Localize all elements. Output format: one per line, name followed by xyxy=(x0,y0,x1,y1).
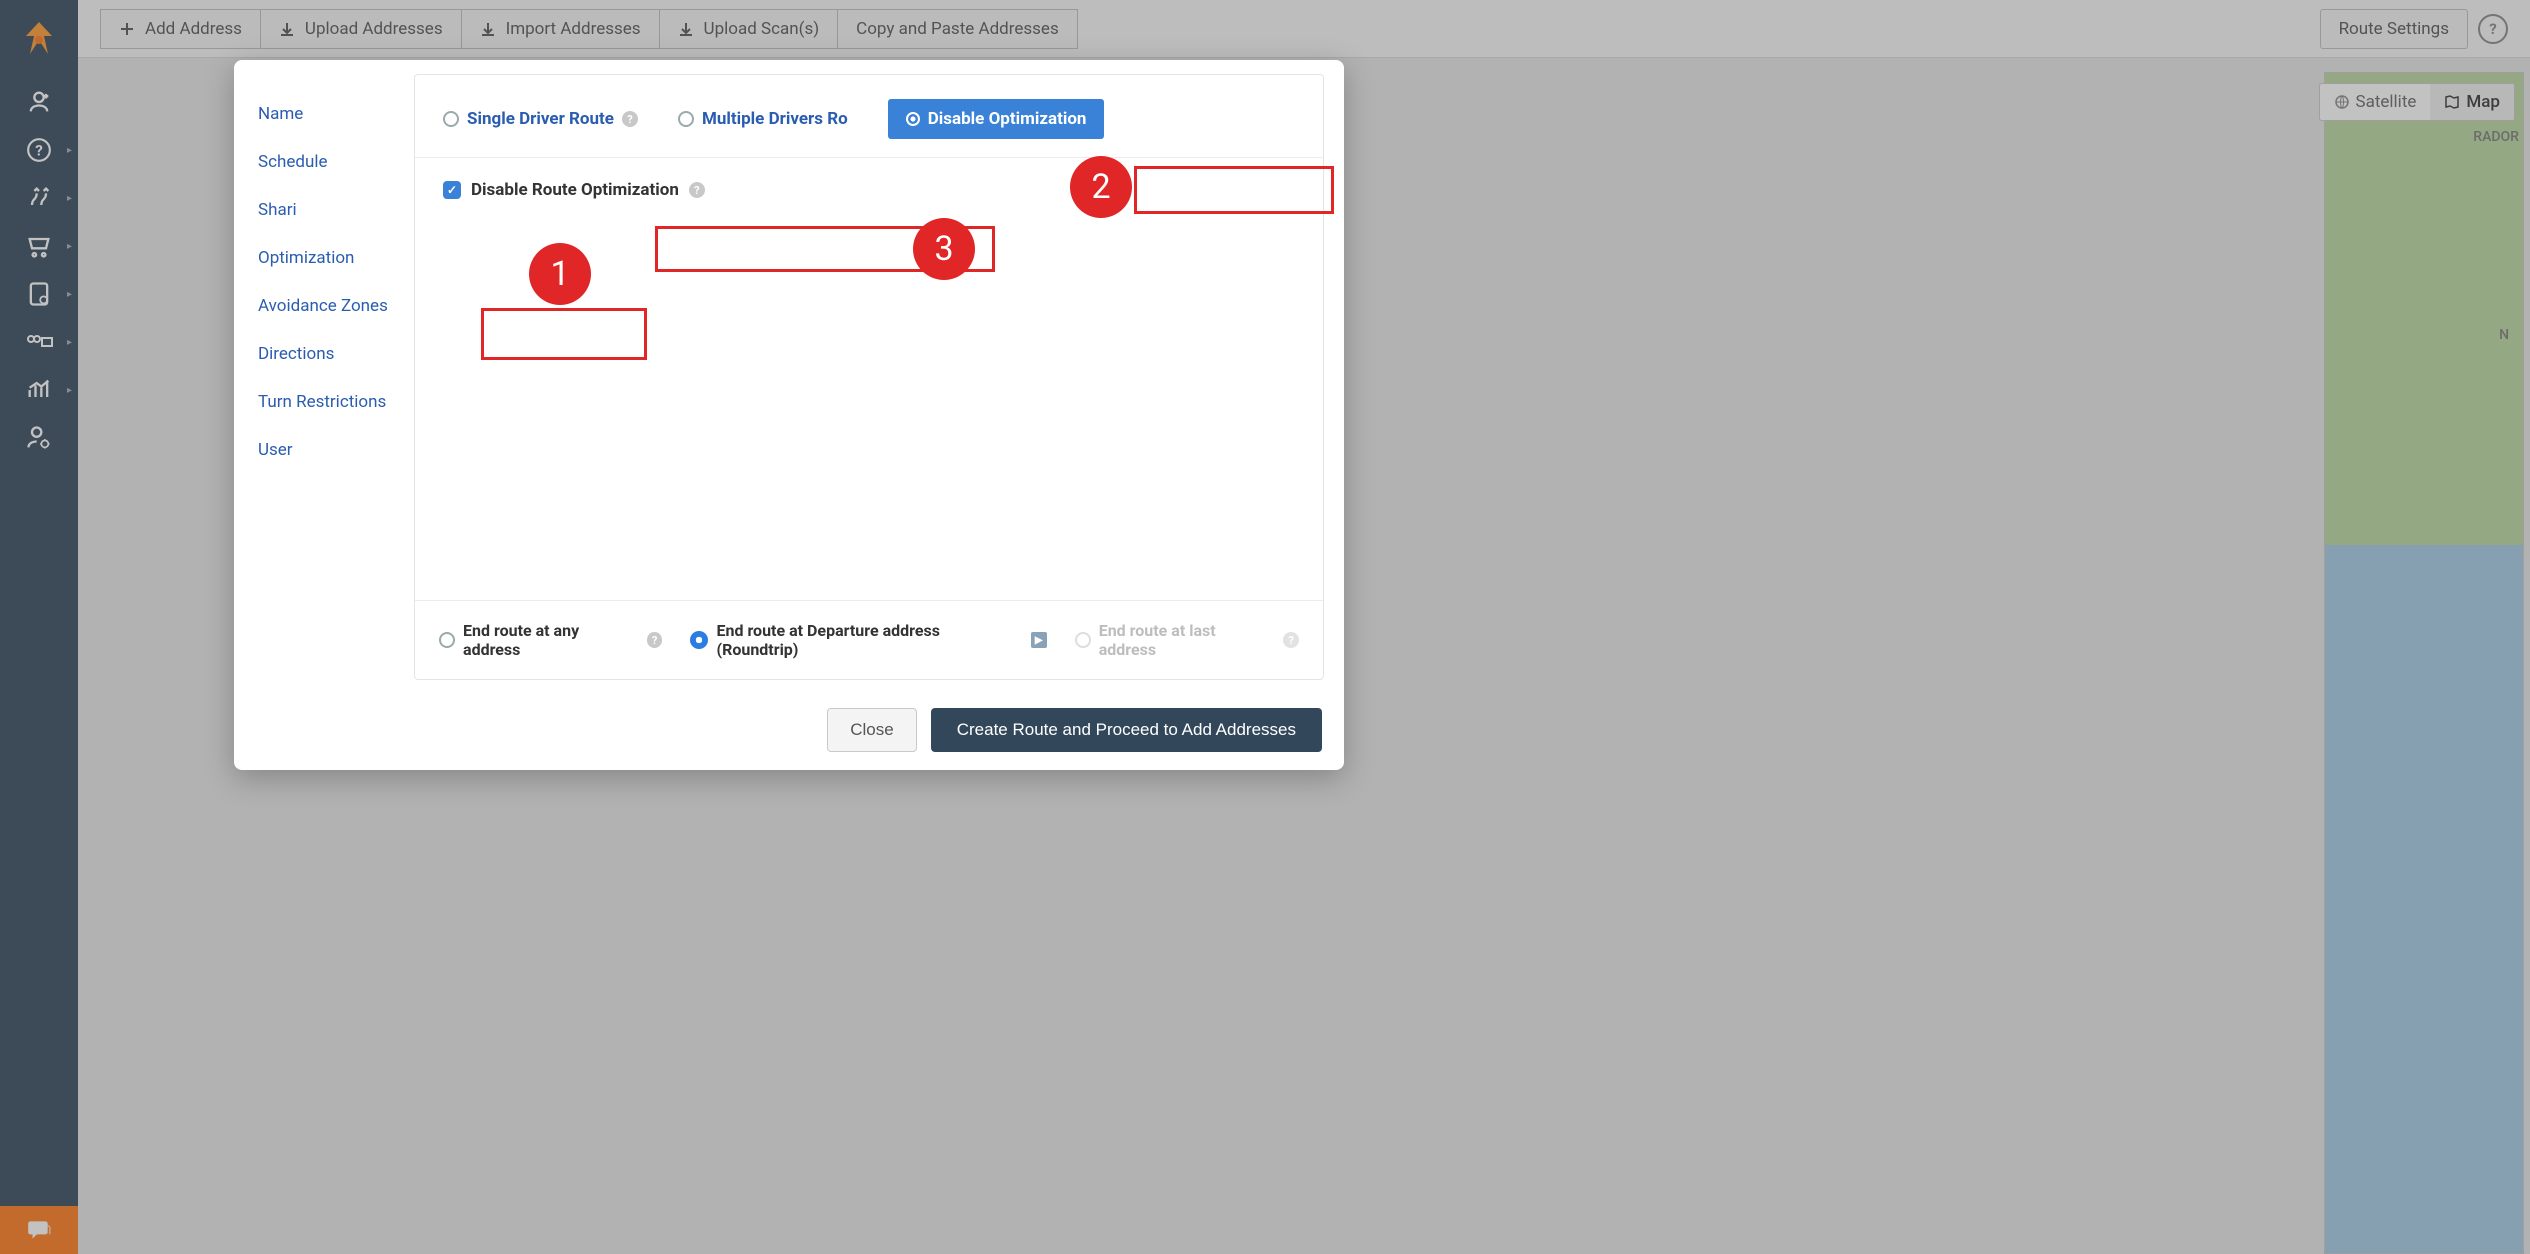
end-last-address: End route at last address ? xyxy=(1075,621,1299,659)
label: End route at Departure address (Roundtri… xyxy=(716,621,1022,659)
nav-user[interactable]: User xyxy=(258,426,414,474)
end-route-options: End route at any address ? End route at … xyxy=(415,600,1323,679)
route-settings-modal: Name Schedule Shari Optimization Avoidan… xyxy=(234,60,1344,770)
radio-selected-icon xyxy=(690,631,708,649)
end-any-address[interactable]: End route at any address ? xyxy=(439,621,662,659)
radio-icon xyxy=(439,632,455,648)
modal-footer: Close Create Route and Proceed to Add Ad… xyxy=(234,694,1344,770)
label: Single Driver Route xyxy=(467,109,614,129)
help-icon[interactable]: ? xyxy=(689,182,705,198)
label: Multiple Drivers Ro xyxy=(702,109,848,129)
checkbox-checked-icon[interactable]: ✓ xyxy=(443,181,461,199)
nav-avoidance[interactable]: Avoidance Zones xyxy=(258,282,414,330)
nav-schedule[interactable]: Schedule xyxy=(258,138,414,186)
radio-icon xyxy=(678,111,694,127)
label: End route at any address xyxy=(463,621,639,659)
tab-disable-optimization[interactable]: Disable Optimization xyxy=(888,99,1105,139)
nav-name[interactable]: Name xyxy=(258,90,414,138)
end-roundtrip[interactable]: End route at Departure address (Roundtri… xyxy=(690,621,1046,659)
modal-sidebar: Name Schedule Shari Optimization Avoidan… xyxy=(234,60,414,694)
label: End route at last address xyxy=(1099,621,1275,659)
label: Disable Optimization xyxy=(928,109,1087,129)
help-icon[interactable]: ? xyxy=(622,111,638,127)
close-button[interactable]: Close xyxy=(827,708,916,752)
disable-optimization-row: ✓ Disable Route Optimization ? xyxy=(415,158,1323,222)
create-route-button[interactable]: Create Route and Proceed to Add Addresse… xyxy=(931,708,1322,752)
nav-turn-restrictions[interactable]: Turn Restrictions xyxy=(258,378,414,426)
label: Disable Route Optimization xyxy=(471,180,679,200)
nav-sharing[interactable]: Shari xyxy=(258,186,414,234)
modal-content-panel: Single Driver Route ? Multiple Drivers R… xyxy=(414,74,1324,680)
radio-icon xyxy=(443,111,459,127)
radio-icon xyxy=(906,112,920,126)
nav-directions[interactable]: Directions xyxy=(258,330,414,378)
help-icon: ? xyxy=(1283,632,1299,648)
radio-icon xyxy=(1075,632,1091,648)
nav-optimization[interactable]: Optimization xyxy=(258,234,414,282)
play-icon[interactable]: ▶ xyxy=(1031,632,1047,648)
optimization-mode-tabs: Single Driver Route ? Multiple Drivers R… xyxy=(415,75,1323,158)
tab-single-driver[interactable]: Single Driver Route ? xyxy=(443,109,638,129)
tab-multiple-drivers[interactable]: Multiple Drivers Ro xyxy=(678,109,848,129)
help-icon[interactable]: ? xyxy=(647,632,663,648)
